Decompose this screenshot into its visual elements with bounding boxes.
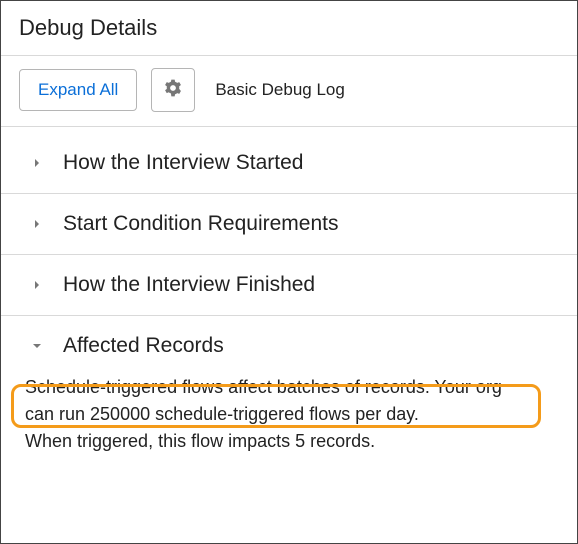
- section-start-condition[interactable]: Start Condition Requirements: [1, 194, 577, 255]
- affected-records-content: Schedule-triggered flows affect batches …: [1, 366, 577, 459]
- chevron-right-icon: [29, 277, 47, 293]
- section-affected-records[interactable]: Affected Records: [1, 316, 577, 366]
- accordion-sections: How the Interview Started Start Conditio…: [1, 127, 577, 459]
- expand-all-label: Expand All: [38, 80, 118, 100]
- section-how-finished[interactable]: How the Interview Finished: [1, 255, 577, 316]
- section-title: How the Interview Started: [63, 151, 303, 175]
- settings-button[interactable]: [151, 68, 195, 112]
- section-title: Start Condition Requirements: [63, 212, 338, 236]
- gear-icon: [163, 78, 183, 103]
- toolbar: Expand All Basic Debug Log: [1, 56, 577, 127]
- section-how-started[interactable]: How the Interview Started: [1, 133, 577, 194]
- chevron-right-icon: [29, 216, 47, 232]
- section-title: Affected Records: [63, 334, 224, 358]
- content-line: can run 250000 schedule-triggered flows …: [25, 401, 553, 428]
- section-title: How the Interview Finished: [63, 273, 315, 297]
- chevron-right-icon: [29, 155, 47, 171]
- content-line: When triggered, this flow impacts 5 reco…: [25, 428, 553, 455]
- expand-all-button[interactable]: Expand All: [19, 69, 137, 111]
- panel-title: Debug Details: [1, 1, 577, 56]
- chevron-down-icon: [29, 338, 47, 354]
- debug-log-label: Basic Debug Log: [215, 80, 344, 100]
- debug-details-panel: Debug Details Expand All Basic Debug Log…: [0, 0, 578, 544]
- content-line: Schedule-triggered flows affect batches …: [25, 374, 553, 401]
